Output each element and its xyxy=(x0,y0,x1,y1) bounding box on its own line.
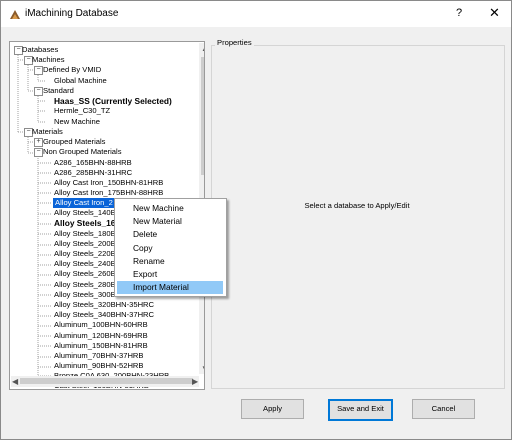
tree-node-material-selected[interactable]: Alloy Cast Iron_2 xyxy=(53,198,115,208)
tree-node-new-machine[interactable]: New Machine xyxy=(54,117,100,127)
tree-node-haas-ss[interactable]: Haas_SS (Currently Selected) xyxy=(54,96,172,106)
tree-node-material[interactable]: Alloy Steels_340BHN-37HRC xyxy=(54,310,154,320)
tree-node-material[interactable]: Alloy Steels_320BHN-35HRC xyxy=(54,300,154,310)
tree-node-material[interactable]: Aluminum_100BHN-60HRB xyxy=(54,320,148,330)
app-logo-icon xyxy=(10,10,20,19)
tree-node-standard[interactable]: Standard xyxy=(43,86,74,96)
menu-item-copy[interactable]: Copy xyxy=(115,242,220,255)
menu-item-export[interactable]: Export xyxy=(115,268,220,281)
title-bar: iMachining Database ? ✕ xyxy=(1,1,511,27)
scroll-down-icon[interactable]: ▼ xyxy=(201,364,204,373)
tree-node-materials[interactable]: Materials xyxy=(32,127,63,137)
save-and-exit-button[interactable]: Save and Exit xyxy=(328,399,393,421)
close-button[interactable]: ✕ xyxy=(489,5,500,21)
tree-node-material[interactable]: A286_285BHN-31HRC xyxy=(54,168,132,178)
tree-node-material[interactable]: A286_165BHN-88HRB xyxy=(54,158,132,168)
menu-item-rename[interactable]: Rename xyxy=(115,255,220,268)
tree-expand-icon[interactable]: + xyxy=(34,138,43,147)
properties-message: Select a database to Apply/Edit xyxy=(304,201,410,210)
tree-node-machines[interactable]: Machines xyxy=(32,55,65,65)
menu-item-import-material[interactable]: Import Material xyxy=(117,281,223,294)
imachining-database-window: iMachining Database ? ✕ − − − − − + − Da… xyxy=(0,0,512,440)
apply-button[interactable]: Apply xyxy=(241,399,304,419)
tree-node-grouped-materials[interactable]: Grouped Materials xyxy=(43,137,105,147)
tree-node-material[interactable]: Alloy Cast Iron_150BHN-81HRB xyxy=(54,178,163,188)
menu-item-new-material[interactable]: New Material xyxy=(115,215,220,228)
tree-collapse-icon[interactable]: − xyxy=(34,87,43,96)
cancel-button[interactable]: Cancel xyxy=(412,399,475,419)
tree-node-material[interactable]: Alloy Steels_140B xyxy=(54,208,116,218)
tree-node-defined-by-vmid[interactable]: Defined By VMID xyxy=(43,65,101,75)
tree-collapse-icon[interactable]: − xyxy=(34,66,43,75)
menu-item-new-machine[interactable]: New Machine xyxy=(115,202,220,215)
tree-node-non-grouped-materials[interactable]: Non Grouped Materials xyxy=(43,147,122,157)
tree-node-material[interactable]: Alloy Cast Iron_175BHN-88HRB xyxy=(54,188,163,198)
tree-horizontal-scroll-thumb[interactable] xyxy=(20,378,193,384)
tree-node-material[interactable]: Aluminum_120BHN-69HRB xyxy=(54,331,148,341)
tree-node-material[interactable]: Alloy Steels_220B xyxy=(54,249,116,259)
tree-collapse-icon[interactable]: − xyxy=(34,148,43,157)
tree-node-hermle[interactable]: Hermle_C30_TZ xyxy=(54,106,110,116)
scroll-right-icon[interactable]: ▶ xyxy=(192,377,198,386)
tree-node-material[interactable]: Alloy Steels_260B xyxy=(54,269,116,279)
scroll-left-icon[interactable]: ◀ xyxy=(12,377,18,386)
tree-horizontal-scrollbar[interactable]: ◀ ▶ xyxy=(11,376,199,387)
context-menu: New Machine New Material Delete Copy Ren… xyxy=(114,198,227,297)
tree-node-material[interactable]: Alloy Steels_16 xyxy=(54,218,115,228)
tree-node-material[interactable]: Alloy Steels_280B xyxy=(54,280,116,290)
tree-node-material[interactable]: Alloy Steels_180B xyxy=(54,229,116,239)
properties-panel xyxy=(211,45,505,389)
scroll-up-icon[interactable]: ▲ xyxy=(201,44,204,53)
properties-label: Properties xyxy=(215,38,254,47)
help-button[interactable]: ? xyxy=(456,7,462,19)
window-title: iMachining Database xyxy=(25,8,119,19)
tree-node-material[interactable]: Aluminum_70BHN-37HRB xyxy=(54,351,143,361)
menu-item-delete[interactable]: Delete xyxy=(115,228,220,241)
tree-node-material[interactable]: Alloy Steels_300B xyxy=(54,290,116,300)
tree-node-global-machine[interactable]: Global Machine xyxy=(54,76,107,86)
tree-node-databases[interactable]: Databases xyxy=(22,45,58,55)
tree-node-material[interactable]: Alloy Steels_200B xyxy=(54,239,116,249)
tree-node-material[interactable]: Aluminum_150BHN-81HRB xyxy=(54,341,148,351)
tree-vertical-scroll-thumb[interactable] xyxy=(201,57,204,175)
tree-node-material[interactable]: Alloy Steels_240B xyxy=(54,259,116,269)
tree-node-material[interactable]: Aluminum_90BHN-52HRB xyxy=(54,361,143,371)
